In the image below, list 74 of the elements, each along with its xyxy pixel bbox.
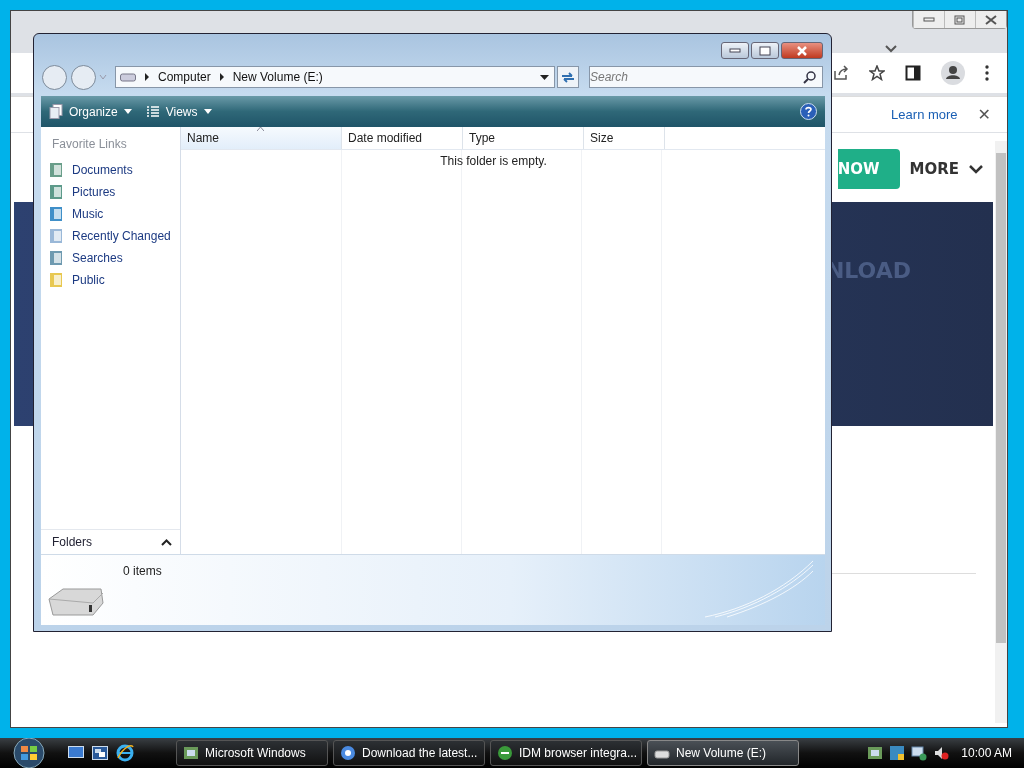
close-button[interactable] — [975, 11, 1006, 28]
dropdown-arrow-icon[interactable] — [540, 75, 549, 80]
windows-icon[interactable] — [92, 746, 108, 760]
column-header[interactable]: Type — [463, 127, 584, 149]
breadcrumb-item[interactable]: Computer — [158, 70, 211, 84]
caret-icon — [203, 109, 212, 114]
clock[interactable]: 10:00 AM — [961, 746, 1012, 760]
breadcrumb-item[interactable]: New Volume (E:) — [232, 70, 323, 84]
favorite-link[interactable]: Searches — [41, 247, 180, 269]
close-button[interactable] — [781, 42, 823, 59]
address-bar[interactable]: Computer New Volume (E:) — [115, 66, 555, 88]
library-icon — [48, 250, 64, 266]
taskbar-button[interactable]: IDM browser integra... — [490, 740, 642, 766]
column-header[interactable]: Name — [181, 127, 342, 149]
item-count: 0 items — [123, 564, 162, 578]
share-icon[interactable] — [833, 65, 849, 81]
favorite-link[interactable]: Documents — [41, 159, 180, 181]
learn-more-link[interactable]: Learn more — [891, 107, 958, 122]
drive-icon — [45, 585, 105, 619]
minimize-icon — [923, 16, 935, 23]
close-icon — [796, 45, 808, 56]
star-icon[interactable] — [869, 65, 885, 81]
collapse-icon — [161, 538, 172, 546]
toolbar-button[interactable]: Organize — [49, 104, 132, 119]
library-icon — [48, 162, 64, 178]
library-icon — [48, 206, 64, 222]
close-icon — [985, 14, 997, 25]
help-icon[interactable] — [800, 103, 817, 120]
breadcrumb-arrow-icon[interactable] — [144, 73, 150, 81]
app-icon — [183, 745, 199, 761]
network-icon[interactable] — [911, 745, 928, 761]
drive-icon — [120, 72, 136, 82]
browser-icon — [340, 745, 356, 761]
chevron-icon — [969, 164, 983, 174]
caret-icon[interactable] — [885, 45, 897, 53]
search-field[interactable]: Search — [589, 66, 823, 88]
more-menu[interactable]: MORE — [909, 160, 959, 178]
scrollbar[interactable] — [995, 141, 1007, 723]
browser-icon[interactable] — [116, 744, 134, 762]
caret-icon — [123, 109, 132, 114]
taskbar-button[interactable]: Download the latest... — [333, 740, 485, 766]
maximize-icon — [759, 45, 771, 56]
library-icon — [48, 272, 64, 288]
tray-icon[interactable] — [867, 745, 884, 761]
favorite-link[interactable]: Pictures — [41, 181, 180, 203]
breadcrumb-arrow-icon[interactable] — [218, 73, 225, 81]
profile-icon[interactable] — [941, 61, 965, 85]
close-button[interactable]: ✕ — [977, 105, 991, 124]
list-view-icon — [145, 104, 160, 119]
library-icon — [48, 184, 64, 200]
sidebar-icon[interactable] — [905, 65, 921, 81]
taskbar-button[interactable]: New Volume (E:) — [647, 740, 799, 766]
pages-icon — [49, 104, 63, 119]
empty-folder-message: This folder is empty. — [439, 154, 548, 168]
favorite-link[interactable]: Recently Changed — [41, 225, 180, 247]
restore-icon — [954, 14, 966, 25]
start-button[interactable] — [10, 738, 48, 768]
taskbar-button[interactable]: Microsoft Windows — [176, 740, 328, 766]
volume-muted-icon[interactable] — [933, 745, 950, 761]
refresh-button[interactable] — [557, 66, 579, 88]
refresh-icon — [561, 71, 575, 83]
minimize-button[interactable] — [721, 42, 749, 59]
favorite-link[interactable]: Music — [41, 203, 180, 225]
menu-icon[interactable] — [985, 65, 989, 81]
library-icon — [48, 228, 64, 244]
favorite-link[interactable]: Public — [41, 269, 180, 291]
desktop-icon[interactable] — [68, 746, 84, 760]
column-header[interactable]: Size — [584, 127, 665, 149]
column-header[interactable]: Date modified — [342, 127, 463, 149]
section-heading: Favorite Links — [51, 136, 128, 153]
maximize-button[interactable] — [751, 42, 779, 59]
tray-icon[interactable] — [889, 745, 906, 761]
search-icon — [803, 71, 816, 84]
toolbar-button[interactable]: Views — [145, 104, 212, 119]
